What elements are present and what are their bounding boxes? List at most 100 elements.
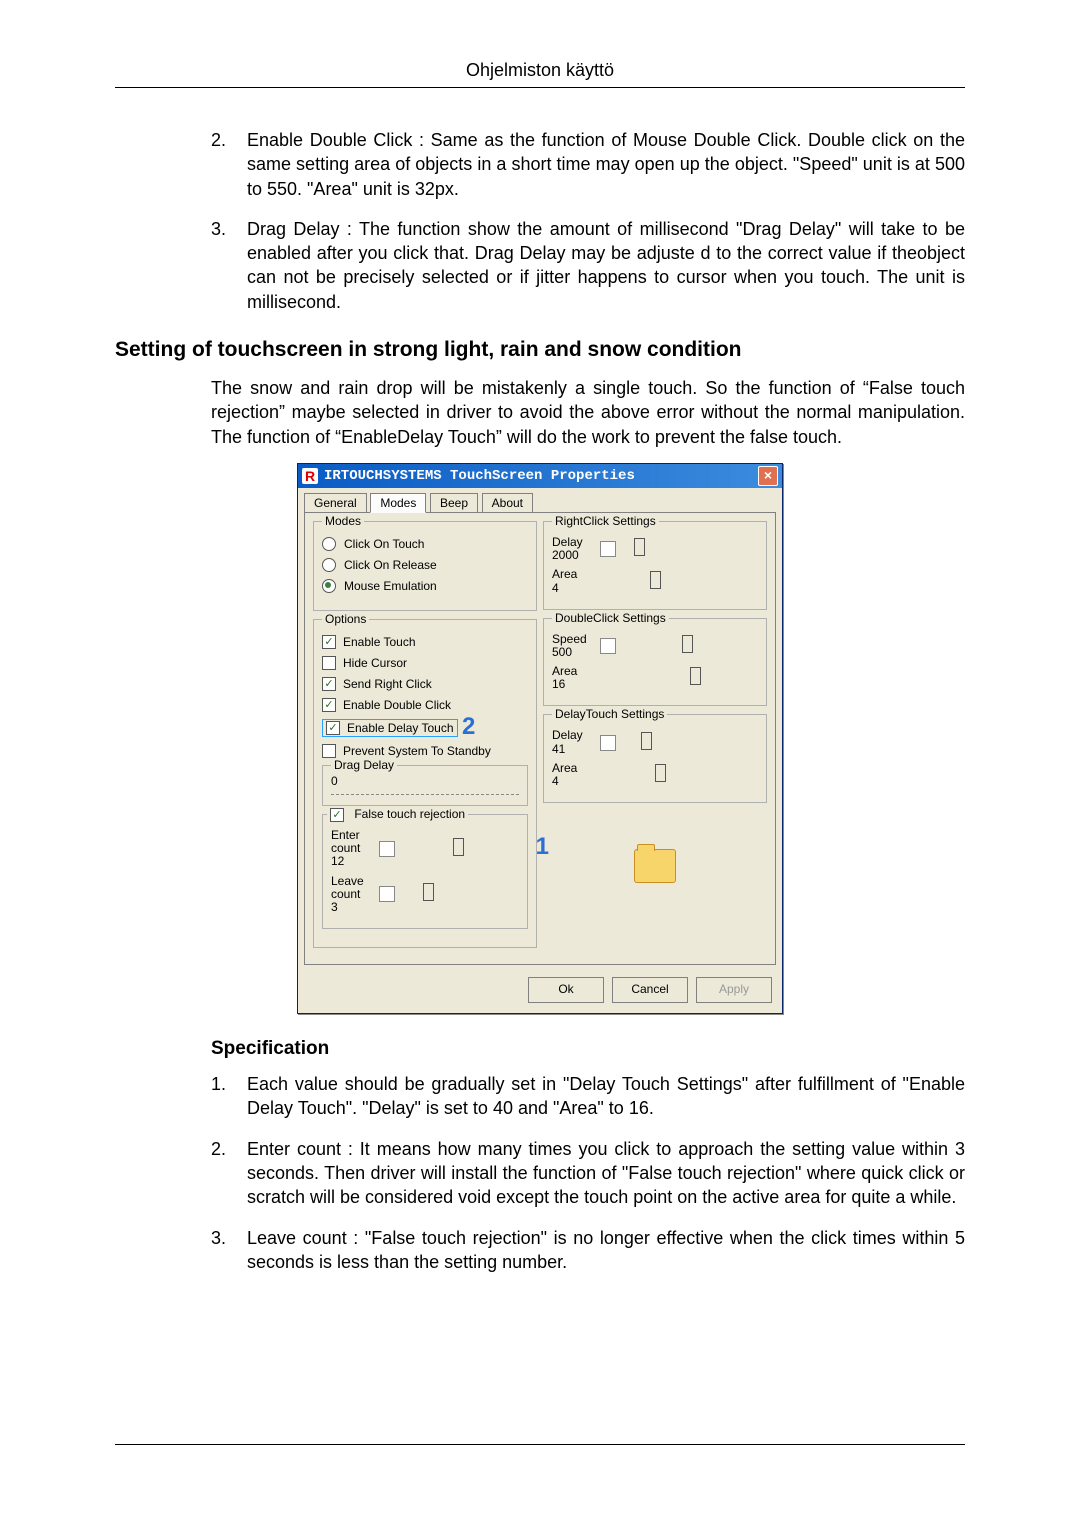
callout-1: 1	[536, 833, 549, 861]
group-delaytouch: DelayTouch Settings Delay41 Area4	[543, 714, 767, 803]
tab-page: Modes Click On Touch Click On Release Mo…	[304, 512, 776, 965]
tab-general[interactable]: General	[304, 493, 367, 512]
radio-icon	[322, 579, 336, 593]
delaytouch-area-slider[interactable]: Area4	[552, 762, 758, 788]
spec-numbered-list: 1. Each value should be gradually set in…	[115, 1072, 965, 1274]
item-number: 3.	[211, 1226, 247, 1275]
value-input[interactable]	[379, 841, 395, 857]
highlight-box: Enable Delay Touch	[322, 719, 458, 737]
page-header: Ohjelmiston käyttö	[115, 60, 965, 81]
titlebar[interactable]: R IRTOUCHSYSTEMS TouchScreen Properties …	[298, 464, 782, 488]
tabstrip: General Modes Beep About	[298, 488, 782, 512]
check-label: Enable Touch	[343, 635, 416, 649]
radio-mouse-emulation[interactable]: Mouse Emulation	[322, 579, 528, 593]
checkbox-icon	[322, 698, 336, 712]
value-input[interactable]	[600, 541, 616, 557]
dt-delay-label: Delay	[552, 729, 596, 742]
check-hide-cursor[interactable]: Hide Cursor	[322, 656, 528, 670]
callout-2: 2	[462, 713, 475, 741]
tab-modes[interactable]: Modes	[370, 493, 426, 513]
cancel-button[interactable]: Cancel	[612, 977, 688, 1003]
radio-label: Click On Release	[344, 558, 437, 572]
check-prevent-standby[interactable]: Prevent System To Standby	[322, 744, 528, 758]
item-text: Enter count : It means how many times yo…	[247, 1137, 965, 1210]
value-input[interactable]	[379, 886, 395, 902]
checkbox-icon	[326, 721, 340, 735]
check-label: Enable Double Click	[343, 698, 451, 712]
checkbox-icon	[322, 656, 336, 670]
slider-track[interactable]	[331, 788, 519, 795]
item-text: Each value should be gradually set in "D…	[247, 1072, 965, 1121]
group-false-touch: False touch rejection Enter count12 Leav…	[322, 814, 528, 929]
radio-icon	[322, 558, 336, 572]
section-heading: Setting of touchscreen in strong light, …	[115, 338, 965, 362]
ok-button[interactable]: Ok	[528, 977, 604, 1003]
radio-label: Mouse Emulation	[344, 579, 437, 593]
delaytouch-delay-slider[interactable]: Delay41	[552, 729, 758, 755]
header-rule	[115, 87, 965, 88]
left-column: Modes Click On Touch Click On Release Mo…	[313, 521, 537, 956]
check-label: Enable Delay Touch	[347, 721, 454, 735]
radio-click-on-release[interactable]: Click On Release	[322, 558, 528, 572]
checkbox-icon	[330, 808, 344, 822]
list-item: 3. Leave count : "False touch rejection"…	[211, 1226, 965, 1275]
item-text: Enable Double Click : Same as the functi…	[247, 128, 965, 201]
check-enable-delay-touch[interactable]: Enable Delay Touch 2	[322, 719, 528, 737]
group-title: DelayTouch Settings	[552, 707, 667, 721]
enter-count-label: Enter count	[331, 829, 375, 855]
leave-count-label: Leave count	[331, 875, 375, 901]
footer-rule	[115, 1444, 965, 1445]
checkbox-icon	[322, 677, 336, 691]
item-text: Leave count : "False touch rejection" is…	[247, 1226, 965, 1275]
list-item: 2. Enable Double Click : Same as the fun…	[211, 128, 965, 201]
item-number: 1.	[211, 1072, 247, 1121]
rc-area-value: 4	[552, 582, 596, 595]
radio-icon	[322, 537, 336, 551]
value-input[interactable]	[600, 735, 616, 751]
rightclick-delay-slider[interactable]: Delay2000	[552, 536, 758, 562]
dt-delay-value: 41	[552, 743, 596, 756]
section-paragraph: The snow and rain drop will be mistakenl…	[211, 376, 965, 449]
rc-area-label: Area	[552, 568, 596, 581]
tab-beep[interactable]: Beep	[430, 493, 478, 512]
item-number: 2.	[211, 1137, 247, 1210]
rightclick-area-slider[interactable]: Area4	[552, 568, 758, 594]
radio-label: Click On Touch	[344, 537, 424, 551]
group-title: Modes	[322, 514, 364, 528]
group-drag-delay: Drag Delay 0	[322, 765, 528, 806]
folder-icon-area	[543, 811, 767, 921]
check-enable-double-click[interactable]: Enable Double Click	[322, 698, 528, 712]
check-label: Prevent System To Standby	[343, 744, 491, 758]
top-numbered-list: 2. Enable Double Click : Same as the fun…	[115, 128, 965, 314]
list-item: 2. Enter count : It means how many times…	[211, 1137, 965, 1210]
item-number: 2.	[211, 128, 247, 201]
check-send-right-click[interactable]: Send Right Click	[322, 677, 528, 691]
group-doubleclick: DoubleClick Settings Speed500 Area16	[543, 618, 767, 707]
checkbox-icon	[322, 635, 336, 649]
checkbox-icon	[322, 744, 336, 758]
value-input[interactable]	[600, 638, 616, 654]
dt-area-value: 4	[552, 775, 596, 788]
false-touch-label: False touch rejection	[354, 807, 465, 821]
group-modes: Modes Click On Touch Click On Release Mo…	[313, 521, 537, 611]
check-enable-touch[interactable]: Enable Touch	[322, 635, 528, 649]
group-title: Options	[322, 612, 369, 626]
group-title-check[interactable]: False touch rejection	[327, 807, 468, 822]
dialog-buttons: Ok Cancel Apply	[298, 971, 782, 1013]
apply-button[interactable]: Apply	[696, 977, 772, 1003]
group-rightclick: RightClick Settings Delay2000 Area4	[543, 521, 767, 610]
list-item: 3. Drag Delay : The function show the am…	[211, 217, 965, 314]
list-item: 1. Each value should be gradually set in…	[211, 1072, 965, 1121]
rc-delay-value: 2000	[552, 549, 596, 562]
window-title: IRTOUCHSYSTEMS TouchScreen Properties	[324, 468, 635, 484]
dc-speed-label: Speed	[552, 633, 596, 646]
doubleclick-area-slider[interactable]: Area16	[552, 665, 758, 691]
close-icon[interactable]: ×	[758, 466, 778, 486]
radio-click-on-touch[interactable]: Click On Touch	[322, 537, 528, 551]
leave-count-slider[interactable]: Leave count3	[331, 875, 519, 915]
tab-about[interactable]: About	[482, 493, 533, 512]
specification-heading: Specification	[211, 1038, 965, 1060]
doubleclick-speed-slider[interactable]: Speed500	[552, 633, 758, 659]
enter-count-slider[interactable]: Enter count12	[331, 829, 519, 869]
folder-icon[interactable]	[634, 849, 676, 883]
